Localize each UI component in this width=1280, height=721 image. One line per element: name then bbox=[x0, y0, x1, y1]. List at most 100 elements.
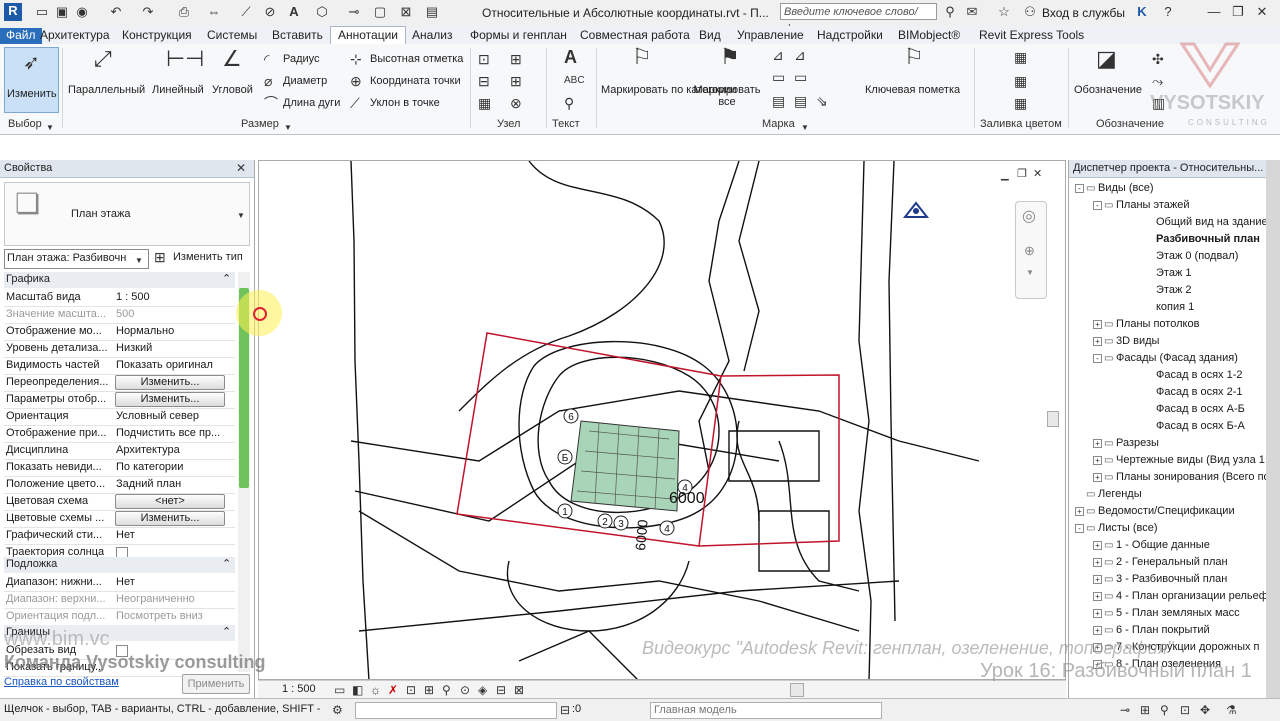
property-row[interactable]: Отображение мо... Нормально bbox=[4, 323, 235, 341]
browser-item[interactable]: Легенды bbox=[1098, 488, 1142, 500]
browser-item[interactable]: Этаж 2 bbox=[1156, 284, 1191, 296]
duct-legend-icon[interactable]: ▦ bbox=[1014, 50, 1027, 64]
close-hidden-icon[interactable]: ▢ bbox=[372, 4, 388, 20]
expand-toggle-icon[interactable]: + bbox=[1093, 320, 1102, 329]
group-graphics[interactable]: Графика ⌃ bbox=[4, 272, 235, 288]
span-direction-icon[interactable]: ✣ bbox=[1152, 52, 1164, 66]
property-row[interactable]: Дисциплина Архитектура bbox=[4, 442, 235, 460]
property-row[interactable]: Графический сти... Нет bbox=[4, 527, 235, 545]
property-row[interactable]: Параметры отобр... Изменить... bbox=[4, 391, 235, 409]
close-icon[interactable]: ✕ bbox=[236, 161, 246, 175]
filter-icon[interactable]: ⊟ bbox=[560, 703, 570, 717]
property-row[interactable]: Уровень детализа... Низкий bbox=[4, 340, 235, 358]
search-input[interactable]: Введите ключевое слово/фразу bbox=[780, 3, 937, 35]
property-value[interactable]: Задний план bbox=[116, 478, 231, 490]
multi-category-icon[interactable]: ⊿ bbox=[772, 48, 784, 62]
tab-addins[interactable]: Надстройки bbox=[817, 28, 883, 42]
workset-select[interactable] bbox=[355, 702, 557, 719]
star-icon[interactable]: ☆ bbox=[996, 4, 1012, 20]
property-edit-button[interactable]: Изменить... bbox=[115, 511, 225, 526]
switch-windows-icon[interactable]: ⊠ bbox=[398, 4, 414, 20]
browser-item[interactable]: 1 - Общие данные bbox=[1116, 539, 1210, 551]
browser-item[interactable]: Планы потолков bbox=[1116, 318, 1199, 330]
beam-symbol-icon[interactable]: ⤳ bbox=[1152, 74, 1163, 88]
tab-manage[interactable]: Управление bbox=[737, 28, 804, 42]
browser-item[interactable]: Этаж 1 bbox=[1156, 267, 1191, 279]
subscription-icon[interactable]: ✉ bbox=[964, 4, 980, 20]
navigation-bar[interactable]: ◎ ⊕ ▼ bbox=[1015, 201, 1047, 299]
text-icon[interactable]: A bbox=[286, 4, 302, 20]
measure-icon[interactable]: ⇔ bbox=[206, 4, 222, 20]
text-tool-icon[interactable]: A bbox=[564, 48, 577, 66]
collapse-toggle-icon[interactable]: - bbox=[1075, 184, 1084, 193]
expand-toggle-icon[interactable]: + bbox=[1093, 609, 1102, 618]
area-tag-icon[interactable]: ▭ bbox=[772, 70, 785, 84]
browser-item[interactable]: 6 - План покрытий bbox=[1116, 624, 1210, 636]
zoom-icon[interactable]: ⊕ bbox=[1024, 244, 1035, 258]
expand-toggle-icon[interactable]: + bbox=[1093, 337, 1102, 346]
find-replace-icon[interactable]: ⚲ bbox=[564, 96, 574, 110]
detail-line-icon[interactable]: ⊡ bbox=[478, 52, 490, 66]
constraints-icon[interactable]: ⊟ bbox=[496, 683, 506, 697]
browser-item[interactable]: Фасад в осях А-Б bbox=[1156, 403, 1245, 415]
window-icon[interactable]: ▤ bbox=[424, 4, 440, 20]
minimize-icon[interactable]: — bbox=[1206, 4, 1222, 20]
browser-item[interactable]: копия 1 bbox=[1156, 301, 1194, 313]
tab-express-tools[interactable]: Revit Express Tools bbox=[979, 28, 1084, 42]
design-option-select[interactable]: Главная модель bbox=[650, 702, 882, 719]
color-fill-legend-icon[interactable]: ▦ bbox=[1014, 96, 1027, 110]
region-icon[interactable]: ⊞ bbox=[510, 52, 522, 66]
collapse-icon[interactable]: ⌃ bbox=[222, 625, 231, 638]
property-row[interactable]: Диапазон: верхни... Неограниченно bbox=[4, 591, 235, 609]
select-pinned-icon[interactable]: ⚲ bbox=[1160, 703, 1169, 717]
dimension-icon[interactable]: ⟋ bbox=[238, 4, 254, 20]
save-icon[interactable]: ▣ bbox=[54, 4, 70, 20]
spelling-icon[interactable]: ABC bbox=[564, 74, 585, 88]
room-tag-icon[interactable]: ▭ bbox=[794, 70, 807, 84]
sun-path-icon[interactable]: ☼ bbox=[370, 683, 381, 697]
property-value[interactable]: По категории bbox=[116, 461, 231, 473]
browser-item[interactable]: Общий вид на здание bbox=[1156, 216, 1266, 228]
property-row[interactable]: Диапазон: нижни... Нет bbox=[4, 574, 235, 592]
properties-help-link[interactable]: Справка по свойствам bbox=[4, 676, 119, 688]
tag-icon[interactable]: ⊘ bbox=[262, 4, 278, 20]
show-crop-icon[interactable]: ⊞ bbox=[424, 683, 434, 697]
browser-item[interactable]: Фасады (Фасад здания) bbox=[1116, 352, 1238, 364]
space-tag-icon[interactable]: ▤ bbox=[772, 94, 785, 108]
property-value[interactable]: 1 : 500 bbox=[116, 291, 231, 303]
color-fill-panel-label[interactable]: Заливка цветом bbox=[980, 118, 1062, 130]
property-row[interactable]: Цветовые схемы ... Изменить... bbox=[4, 510, 235, 528]
property-value[interactable]: 500 bbox=[116, 308, 231, 320]
property-value[interactable]: Низкий bbox=[116, 342, 231, 354]
detail-panel-label[interactable]: Узел bbox=[497, 118, 520, 130]
view-reference-icon[interactable]: ▤ bbox=[794, 94, 807, 108]
tab-analyze[interactable]: Анализ bbox=[412, 28, 453, 42]
tab-file[interactable]: Файл bbox=[0, 28, 42, 44]
tab-architecture[interactable]: Архитектура bbox=[40, 28, 110, 42]
select-underlay-icon[interactable]: ⊞ bbox=[1140, 703, 1150, 717]
property-row[interactable]: Значение масшта... 500 bbox=[4, 306, 235, 324]
collapse-toggle-icon[interactable]: - bbox=[1093, 201, 1102, 210]
restore-view-icon[interactable]: ❐ bbox=[1017, 167, 1027, 181]
property-edit-button[interactable]: Изменить... bbox=[115, 375, 225, 390]
property-value[interactable]: Условный север bbox=[116, 410, 231, 422]
filter-selection-icon[interactable]: ⚗ bbox=[1226, 703, 1237, 717]
pipe-legend-icon[interactable]: ▦ bbox=[1014, 74, 1027, 88]
select-panel-label[interactable]: Выбор bbox=[8, 118, 42, 130]
tab-insert[interactable]: Вставить bbox=[272, 28, 323, 42]
beam-annotation-icon[interactable]: ⇘ bbox=[816, 94, 828, 108]
expand-toggle-icon[interactable]: + bbox=[1093, 575, 1102, 584]
crop-view-icon[interactable]: ⊡ bbox=[406, 683, 416, 697]
insulation-icon[interactable]: ⊗ bbox=[510, 96, 522, 110]
expand-toggle-icon[interactable]: + bbox=[1093, 626, 1102, 635]
3d-view-icon[interactable]: ⬡ bbox=[314, 4, 330, 20]
browser-item[interactable]: Фасад в осях 2-1 bbox=[1156, 386, 1243, 398]
close-view-icon[interactable]: ✕ bbox=[1033, 167, 1042, 181]
worksets-icon[interactable]: ⚙ bbox=[332, 703, 343, 717]
property-row[interactable]: Показать невиди... По категории bbox=[4, 459, 235, 477]
tab-collaborate[interactable]: Совместная работа bbox=[580, 28, 690, 42]
group-underlay[interactable]: Подложка ⌃ bbox=[4, 557, 235, 573]
collapse-toggle-icon[interactable]: - bbox=[1093, 354, 1102, 363]
sync-icon[interactable]: ◉ bbox=[74, 4, 90, 20]
detail-level-icon[interactable]: ▭ bbox=[334, 683, 345, 697]
